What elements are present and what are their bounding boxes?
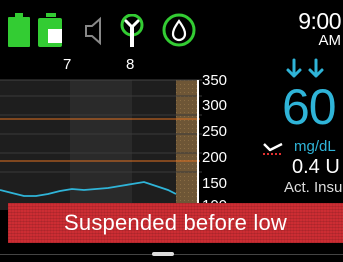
glucose-units: mg/dL	[294, 138, 336, 155]
pump-screen: 9:00 AM 7 8 350 300 250 200 150 60 mg/dL…	[0, 0, 343, 262]
home-indicator[interactable]	[152, 252, 174, 256]
y-tick-label: 200	[202, 149, 228, 166]
y-tick-label: 350	[202, 72, 228, 89]
suspend-before-low-icon	[263, 142, 283, 155]
y-tick-label: 150	[202, 175, 228, 192]
y-tick-label: 300	[202, 97, 228, 114]
x-tick-label: 8	[126, 56, 135, 73]
banner-text: Suspended before low	[64, 210, 287, 235]
active-insulin-value[interactable]: 0.4 U	[292, 156, 340, 179]
suspend-period-hatch	[176, 80, 198, 210]
y-tick-label: 250	[202, 123, 228, 140]
active-insulin-label: Act. Insulin	[284, 179, 343, 196]
x-tick-label: 7	[63, 56, 72, 73]
suspend-alert-banner[interactable]: Suspended before low	[8, 203, 343, 243]
down-down-arrows-icon	[286, 58, 324, 78]
sensor-glucose-value[interactable]: 60	[282, 80, 337, 134]
